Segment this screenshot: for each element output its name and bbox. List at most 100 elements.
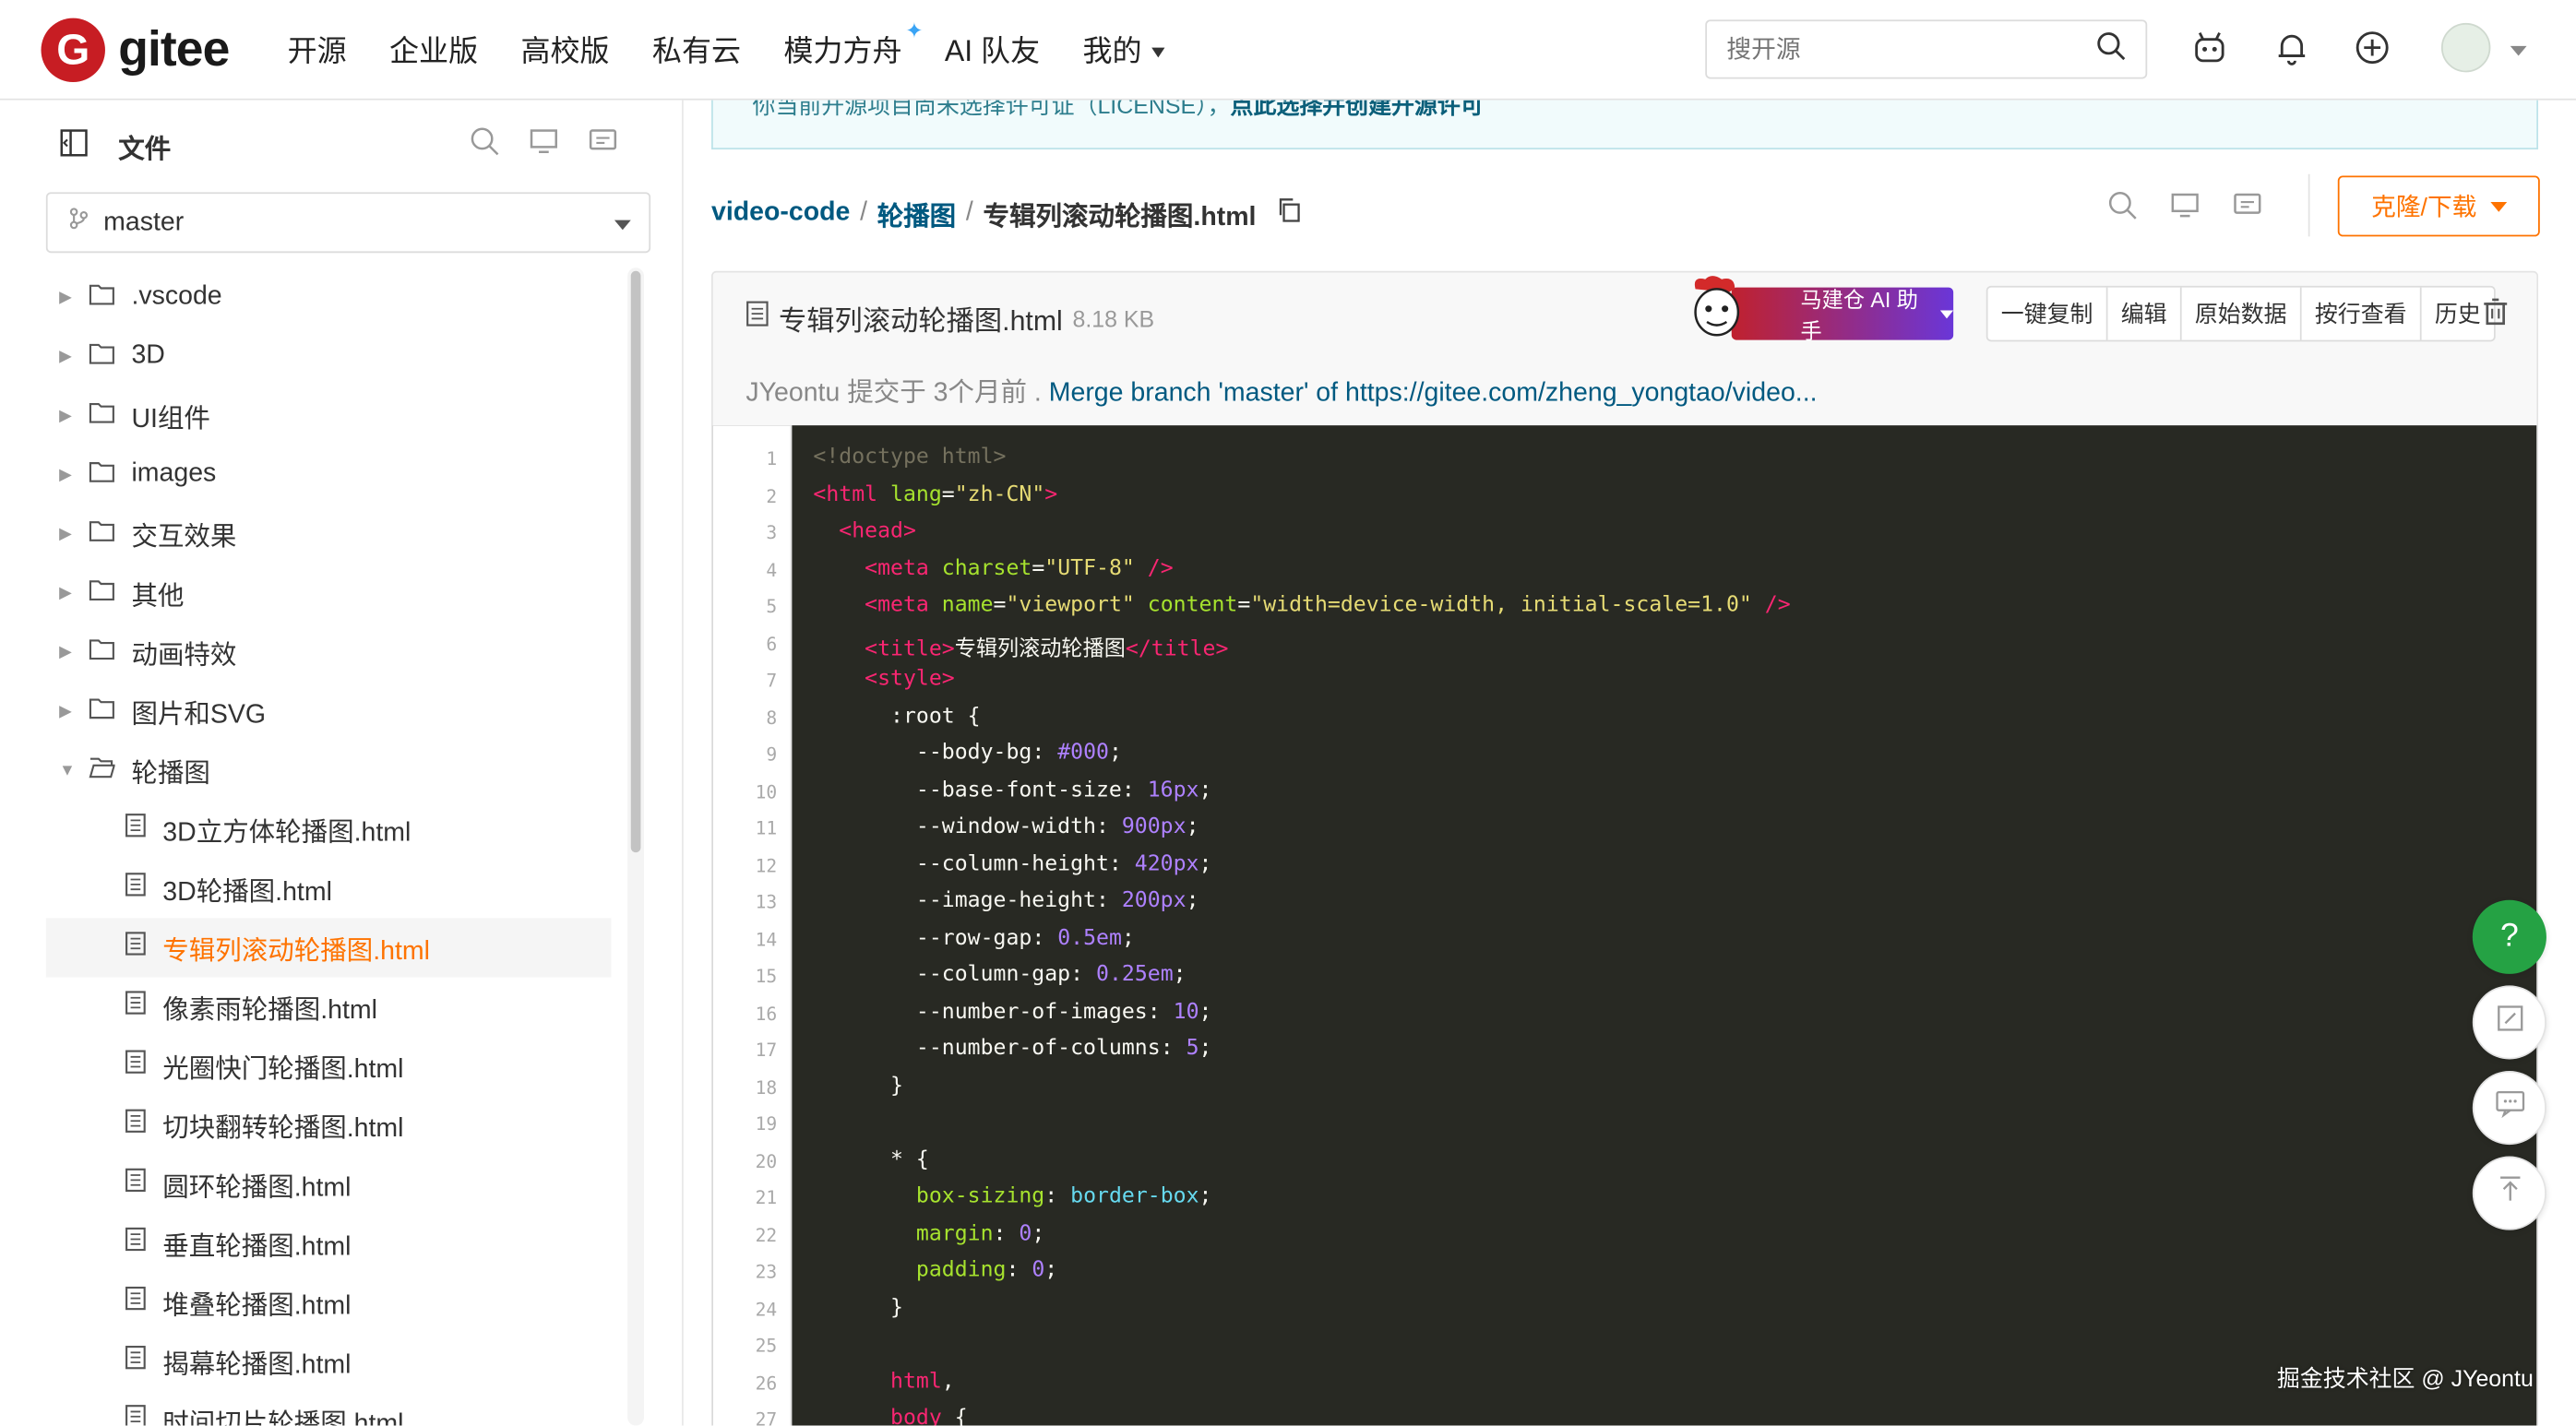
breadcrumb-folder[interactable]: 轮播图: [877, 194, 956, 233]
bell-icon[interactable]: [2273, 30, 2309, 65]
copy-path-icon[interactable]: [1276, 196, 1302, 231]
raw-button[interactable]: 原始数据: [2182, 287, 2302, 340]
user-avatar[interactable]: [2440, 22, 2491, 73]
caret-right-icon[interactable]: ▶: [59, 288, 82, 306]
chat-button[interactable]: [2472, 1070, 2546, 1146]
scrollbar-thumb[interactable]: [630, 270, 641, 853]
tree-folder[interactable]: ▶ images: [46, 446, 612, 505]
tree-file[interactable]: 光圈快门轮播图.html: [46, 1037, 612, 1096]
caret-right-icon[interactable]: ▶: [59, 584, 82, 602]
tree-file[interactable]: 堆叠轮播图.html: [46, 1273, 612, 1332]
comment-icon[interactable]: [2233, 191, 2262, 229]
line-number: 13: [755, 891, 778, 914]
line-number: 24: [755, 1298, 778, 1320]
caret-down-icon[interactable]: ▼: [59, 761, 82, 779]
search-icon[interactable]: [2096, 31, 2126, 67]
ai-robot-icon[interactable]: [2191, 30, 2227, 65]
tree-item-label: 轮播图: [131, 760, 210, 789]
file-icon: [745, 301, 769, 335]
tree-folder[interactable]: ▶ UI组件: [46, 386, 612, 445]
search-input[interactable]: [1726, 35, 2056, 64]
main-nav: 开源 企业版 高校版 私有云 模力方舟 ✦ AI 队友 我的: [288, 18, 1208, 70]
tree-folder[interactable]: ▶ 动画特效: [46, 623, 612, 682]
nav-education[interactable]: 高校版: [520, 28, 609, 70]
help-button[interactable]: ?: [2472, 899, 2546, 974]
tree-folder[interactable]: ▶ 3D: [46, 327, 612, 386]
caret-right-icon[interactable]: ▶: [59, 466, 82, 484]
caret-right-icon[interactable]: ▶: [59, 643, 82, 661]
web-ide-icon[interactable]: [2170, 191, 2200, 229]
code-token: <meta: [813, 555, 929, 581]
breadcrumb-repo[interactable]: video-code: [711, 198, 850, 228]
nav-moli-fangzhou[interactable]: 模力方舟 ✦: [783, 18, 923, 70]
caret-right-icon[interactable]: ▶: [59, 525, 82, 543]
sidebar-search-icon[interactable]: [470, 126, 499, 164]
file-icon: [125, 813, 146, 846]
nav-mine[interactable]: 我的: [1082, 28, 1165, 70]
code-token: :: [1095, 814, 1122, 839]
code-token: <!doctype html>: [813, 445, 1007, 470]
caret-right-icon[interactable]: ▶: [59, 348, 82, 366]
avatar-chevron-down-icon[interactable]: [2510, 45, 2527, 56]
code-token: box-sizing: [813, 1183, 1045, 1209]
license-create-link[interactable]: 点此选择并创建开源许可: [1231, 101, 1484, 119]
tree-file[interactable]: 圆环轮播图.html: [46, 1155, 612, 1214]
line-number: 10: [755, 780, 778, 802]
line-number: 12: [755, 854, 778, 876]
line-number: 9: [766, 743, 778, 766]
clone-download-button[interactable]: 克隆/下载: [2337, 175, 2540, 237]
sidebar-comment-icon[interactable]: [588, 126, 617, 164]
tree-file[interactable]: 时间切片轮播图.html: [46, 1391, 612, 1426]
edit-button[interactable]: 编辑: [2108, 287, 2182, 340]
code-token: 0.5em: [1057, 925, 1122, 951]
code-token: 专辑列滚动轮播图: [954, 636, 1126, 661]
branch-chevron-down-icon: [614, 220, 631, 231]
nav-open-source[interactable]: 开源: [288, 28, 347, 70]
arrow-up-icon: [2493, 1172, 2526, 1214]
tree-file[interactable]: 像素雨轮播图.html: [46, 977, 612, 1036]
gitee-logo[interactable]: G gitee: [41, 18, 230, 83]
tree-folder[interactable]: ▼ 轮播图: [46, 741, 612, 800]
commit-message[interactable]: Merge branch 'master' of https://gitee.c…: [1049, 379, 1818, 407]
breadcrumb-separator: /: [965, 198, 973, 227]
plus-circle-icon[interactable]: [2355, 30, 2391, 65]
tree-folder[interactable]: ▶ .vscode: [46, 267, 612, 327]
tree-file[interactable]: 3D轮播图.html: [46, 859, 612, 918]
sidebar-monitor-icon[interactable]: [529, 126, 558, 164]
branch-select[interactable]: master: [45, 192, 651, 254]
trash-icon[interactable]: [2481, 297, 2510, 335]
tree-file[interactable]: 专辑列滚动轮播图.html: [45, 918, 612, 978]
sidebar-scrollbar[interactable]: [627, 267, 644, 1426]
feedback-button[interactable]: [2472, 985, 2546, 1060]
code-token: <title>: [813, 636, 955, 661]
sidebar-collapse-icon[interactable]: [59, 127, 89, 165]
tree-file[interactable]: 切块翻转轮播图.html: [46, 1096, 612, 1155]
nav-ai-teammate[interactable]: AI 队友: [945, 28, 1040, 70]
file-viewer: 专辑列滚动轮播图.html 8.18 KB 马建仓 AI 助手 一键复制 编辑 …: [710, 270, 2539, 1426]
license-banner: 你当前开源项目尚未选择许可证（LICENSE），点此选择并创建开源许可: [710, 100, 2539, 150]
file-search-icon[interactable]: [2108, 191, 2138, 229]
code-line: --window-width: 900px;: [813, 814, 1199, 839]
blame-button[interactable]: 按行查看: [2302, 287, 2422, 340]
tree-folder[interactable]: ▶ 图片和SVG: [46, 682, 612, 741]
copy-all-button[interactable]: 一键复制: [1988, 287, 2108, 340]
tree-item-label: UI组件: [131, 405, 210, 434]
code-token: 420px: [1134, 851, 1199, 876]
tree-item-label: 图片和SVG: [131, 701, 267, 730]
code-token: <style>: [813, 666, 955, 692]
line-number: 1: [766, 448, 778, 470]
tree-file[interactable]: 垂直轮播图.html: [46, 1214, 612, 1273]
caret-right-icon[interactable]: ▶: [59, 407, 82, 425]
commit-author[interactable]: JYeontu: [745, 379, 840, 407]
tree-file[interactable]: 揭幕轮播图.html: [46, 1332, 612, 1391]
tree-file[interactable]: 3D立方体轮播图.html: [46, 800, 612, 859]
nav-enterprise[interactable]: 企业版: [389, 28, 478, 70]
ai-assistant-button[interactable]: 马建仓 AI 助手: [1731, 287, 1954, 343]
tree-folder[interactable]: ▶ 交互效果: [46, 505, 612, 564]
nav-private-cloud[interactable]: 私有云: [652, 28, 741, 70]
code-token: ;: [1199, 778, 1212, 802]
code-token: =: [1032, 555, 1045, 581]
caret-right-icon[interactable]: ▶: [59, 702, 82, 720]
back-to-top-button[interactable]: [2472, 1156, 2546, 1230]
tree-folder[interactable]: ▶ 其他: [46, 564, 612, 623]
